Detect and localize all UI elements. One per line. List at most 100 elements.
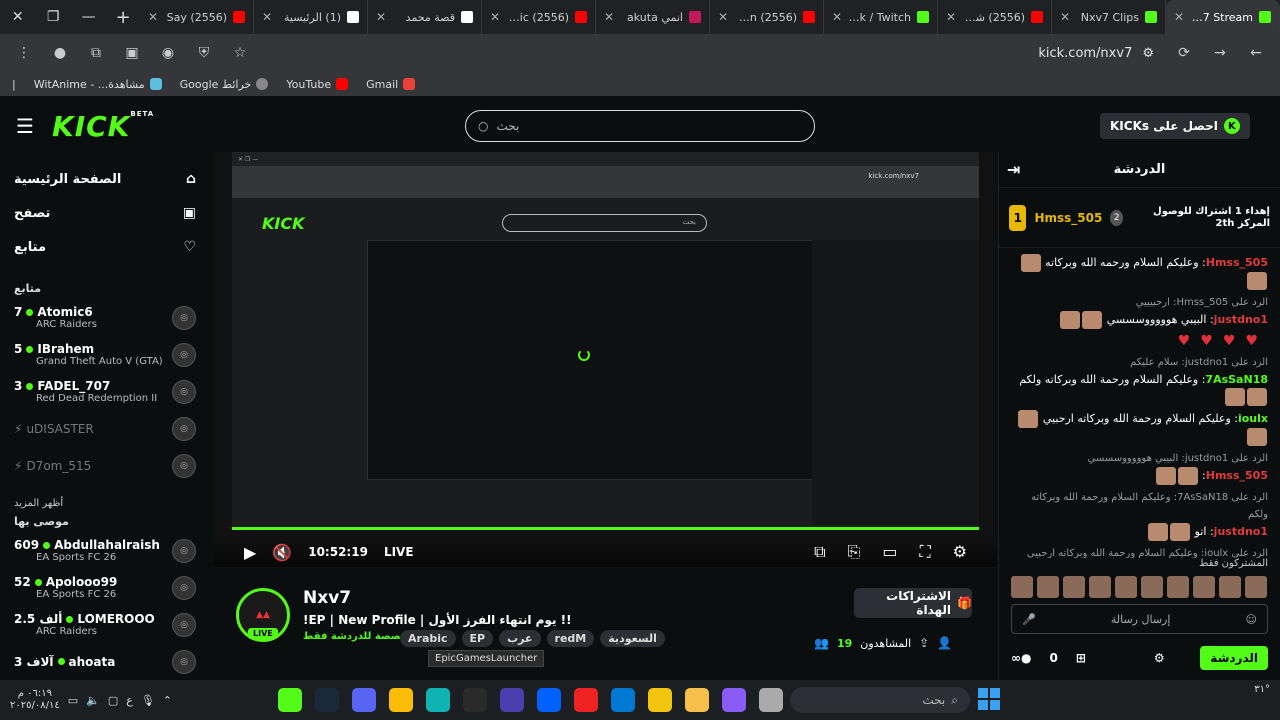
chat-username[interactable]: Hmss_505 — [1206, 469, 1268, 482]
windows-search[interactable]: بحث ⌕ — [790, 687, 970, 713]
close-tab-icon[interactable]: ✕ — [1060, 10, 1070, 24]
kick-app-icon[interactable] — [278, 688, 302, 712]
streamer-name[interactable]: Nxv7 — [303, 588, 351, 608]
browser-tab[interactable]: (2556) Say ✕ — [140, 0, 254, 34]
bookmark-star-icon[interactable]: ☆ — [226, 39, 254, 67]
close-tab-icon[interactable]: ✕ — [718, 10, 728, 24]
chat-username[interactable]: ioulx — [1238, 412, 1268, 425]
emote[interactable] — [1141, 576, 1163, 598]
browser-tab[interactable]: Nxv7 Clips ✕ — [1052, 0, 1166, 34]
sidebar-channel[interactable]: 2.5 ألف LOMEROOO ARC Raiders ◎ — [14, 606, 196, 643]
language-indicator[interactable]: ع — [126, 694, 133, 707]
chevron-up-icon[interactable]: ⌃ — [163, 694, 172, 707]
gift-icon[interactable]: ⊞ — [1076, 651, 1086, 665]
chat-message[interactable]: Hmss_505: وعليكم السلام ورحمه الله وبركا… — [1011, 254, 1268, 290]
chat-send-button[interactable]: الدردشة — [1200, 646, 1268, 670]
epic-games-icon[interactable] — [463, 688, 487, 712]
chat-message[interactable]: الرد على 7AsSaN18: وعليكم السلام ورحمة ا… — [1011, 489, 1268, 541]
store-icon[interactable] — [648, 688, 672, 712]
emote[interactable] — [1219, 576, 1241, 598]
collapse-chat-icon[interactable]: ⇥ — [1007, 160, 1020, 179]
play-icon[interactable]: ▶ — [244, 543, 256, 562]
more-bookmarks-icon[interactable]: | — [12, 78, 16, 91]
stream-tag[interactable]: عرب — [499, 630, 541, 647]
mic-icon[interactable]: 🎤 — [1022, 613, 1036, 626]
mute-icon[interactable]: 🔇 — [272, 543, 292, 562]
app-icon[interactable] — [759, 688, 783, 712]
stream-tag[interactable]: Arabic — [400, 630, 456, 647]
search-input[interactable]: ○ بحث — [465, 110, 815, 142]
nav-browse[interactable]: ▣ تصفح — [14, 196, 196, 230]
browser-tab[interactable]: قصة محمد ✕ — [368, 0, 482, 34]
chat-message[interactable]: ♥♥♥♥ — [1011, 333, 1268, 350]
close-tab-icon[interactable]: ✕ — [946, 10, 956, 24]
url-field[interactable]: kick.com/nxv7 ⚙ — [262, 39, 1162, 67]
close-tab-icon[interactable]: ✕ — [604, 10, 614, 24]
puzzle-icon[interactable]: ⧉ — [82, 39, 110, 67]
bookmark-youtube[interactable]: YouTube — [286, 78, 349, 91]
emote[interactable] — [1063, 576, 1085, 598]
chat-message[interactable]: الرد على ioulx: وعليكم السلام ورحمة الله… — [1011, 545, 1268, 558]
stream-category[interactable]: مخصصة للدردشة فقط — [303, 631, 414, 642]
app-icon[interactable] — [500, 688, 524, 712]
browser-tab[interactable]: (2556) Epic ✕ — [482, 0, 596, 34]
fullscreen-icon[interactable]: ⛶ — [919, 542, 930, 562]
gift-subs-button[interactable]: 🎁 الاشتراكات الهداة — [854, 588, 972, 618]
extension-icon[interactable]: ◉ — [154, 39, 182, 67]
site-settings-icon[interactable]: ⚙ — [1142, 46, 1154, 61]
settings-gear-icon[interactable]: ⚙ — [953, 542, 967, 562]
stream-tag[interactable]: redM — [546, 630, 595, 647]
nav-following[interactable]: ♡ متابع — [14, 230, 196, 264]
emote[interactable] — [1011, 576, 1033, 598]
chat-username[interactable]: justdno1 — [1214, 525, 1268, 538]
close-tab-icon[interactable]: ✕ — [490, 10, 500, 24]
emote[interactable] — [1115, 576, 1137, 598]
chat-username[interactable]: Hmss_505 — [1206, 256, 1268, 269]
close-tab-icon[interactable]: ✕ — [832, 10, 842, 24]
emote[interactable] — [1089, 576, 1111, 598]
back-icon[interactable]: ← — [1242, 39, 1270, 67]
live-indicator[interactable]: LIVE — [384, 545, 414, 559]
sidebar-channel[interactable]: 52 Apolooo99 EA Sports FC 26 ◎ — [14, 569, 196, 606]
nav-home[interactable]: ⌂ الصفحة الرئيسية — [14, 162, 196, 196]
sidebar-channel[interactable]: 5 IBrahem Grand Theft Auto V (GTA) ◎ — [14, 336, 196, 373]
get-kicks-button[interactable]: K احصل على KICKs — [1100, 113, 1250, 139]
emote[interactable] — [1037, 576, 1059, 598]
minimize-window-icon[interactable]: — — [71, 0, 106, 34]
close-tab-icon[interactable]: ✕ — [1174, 10, 1184, 24]
dropbox-icon[interactable] — [537, 688, 561, 712]
edge-icon[interactable] — [426, 688, 450, 712]
emoji-icon[interactable]: ☺ — [1246, 613, 1257, 626]
mic-tray-icon[interactable]: 🎙 — [141, 694, 155, 707]
sidebar-channel[interactable]: 609 Abdullahalraish EA Sports FC 26 ◎ — [14, 532, 196, 569]
chat-message[interactable]: الرد على justdno1: البيبي هوووووسسسي Hmss… — [1011, 450, 1268, 485]
sidebar-channel[interactable]: ⚡ D7om_515 ◎ — [14, 447, 196, 484]
pinned-user[interactable]: Hmss_505 — [1034, 211, 1102, 225]
stream-tag[interactable]: السعودية — [600, 630, 665, 647]
clock[interactable]: ٠٦:١٩ م ٢٠٢٥/٠٨/١٤ — [10, 688, 60, 712]
file-explorer-icon[interactable] — [685, 688, 709, 712]
chat-message[interactable]: الرد على Hmss_505: ارحبيييي justdno1: الب… — [1011, 294, 1268, 329]
browser-tab[interactable]: انمي akuta ✕ — [596, 0, 710, 34]
kebab-menu-icon[interactable]: ⋮ — [10, 39, 38, 67]
browser-tab[interactable]: Nxv7 Stream ✕ — [1166, 0, 1280, 34]
close-tab-icon[interactable]: ✕ — [376, 10, 386, 24]
emote[interactable] — [1193, 576, 1215, 598]
sidebar-channel[interactable]: ⚡ uDISASTER ◎ — [14, 410, 196, 447]
extension-icon[interactable]: ▣ — [118, 39, 146, 67]
chat-username[interactable]: 7AsSaN18 — [1205, 373, 1268, 386]
windows-start-icon[interactable] — [978, 688, 1000, 710]
new-tab-button[interactable]: + — [106, 0, 140, 34]
bookmark-witanime[interactable]: مشاهدة... - WitAnime — [34, 78, 162, 91]
discord-icon[interactable] — [352, 688, 376, 712]
browser-tab[interactable]: (1) الرئيسية ✕ — [254, 0, 368, 34]
show-more-link[interactable]: أظهر المزيد — [14, 498, 196, 509]
sidebar-channel[interactable]: 7 Atomic6 ARC Raiders ◎ — [14, 299, 196, 336]
follow-user-icon[interactable]: 👤 — [937, 636, 952, 650]
chat-message-input[interactable]: ☺ إرسال رسالة 🎤 — [1011, 604, 1268, 634]
browser-tab[interactable]: (2556) شتنق ✕ — [938, 0, 1052, 34]
video-player[interactable]: ✕ ❐ — kick.com/nxv7 KICK بحث ▶ 🔇 10:52:1… — [214, 152, 997, 568]
close-window-icon[interactable]: ✕ — [0, 0, 35, 34]
extension-icon[interactable]: ● — [46, 39, 74, 67]
pip-icon[interactable]: ⧉ — [814, 542, 825, 562]
